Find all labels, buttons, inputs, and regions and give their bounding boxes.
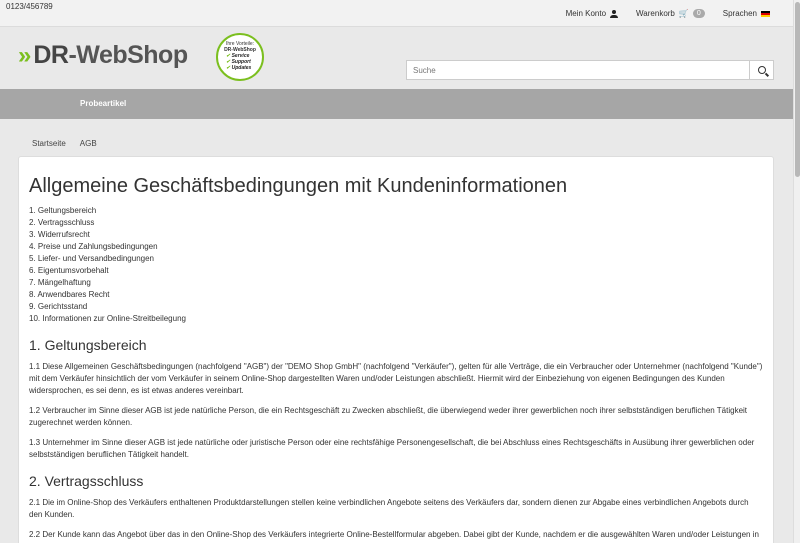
german-flag-icon [761,10,770,17]
search-icon [757,66,766,74]
toc-item: 7. Mängelhaftung [29,278,91,287]
seal-item: ✔ Updates [226,65,252,71]
breadcrumb: Startseite AGB [32,139,97,148]
toc-item: 9. Gerichtsstand [29,302,88,311]
user-icon [610,9,619,18]
toc-item: 4. Preise und Zahlungsbedingungen [29,242,158,251]
paragraph: 1.3 Unternehmer im Sinne dieser AGB ist … [29,438,755,459]
cart-label: Warenkorb [636,9,675,18]
toc-item: 10. Informationen zur Online-Streitbeile… [29,314,186,323]
paragraph: 2.2 Der Kunde kann das Angebot über das … [29,530,759,543]
top-bar: 0123/456789 Mein Konto Warenkorb 🛒 0 Spr… [0,0,800,27]
advantages-seal: Ihre Vorteile: DR-WebShop ✔ Service ✔ Su… [216,33,264,81]
phone-number: 0123/456789 [6,2,53,11]
search-input[interactable] [407,61,749,79]
logo-rest: -WebShop [68,41,188,69]
breadcrumb-current[interactable]: AGB [80,139,97,148]
toc-item: 6. Eigentumsvorbehalt [29,266,109,275]
logo-text: DR-WebShop [33,41,188,70]
content-panel: Allgemeine Geschäftsbedingungen mit Kund… [18,156,774,543]
paragraph: 2.1 Die im Online-Shop des Verkäufers en… [29,498,749,519]
search-box [406,60,774,80]
header: » DR-WebShop [0,27,800,89]
language-label: Sprachen [722,9,757,18]
breadcrumb-home[interactable]: Startseite [32,139,66,148]
paragraph: 1.1 Diese Allgemeinen Geschäftsbedingung… [29,362,763,395]
top-bar-links: Mein Konto Warenkorb 🛒 0 Sprachen [566,9,770,18]
logo-dr: DR [33,41,69,69]
toc-item: 1. Geltungsbereich [29,206,97,215]
toc-item: 2. Vertragsschluss [29,218,95,227]
page-scrollbar[interactable] [793,0,800,543]
paragraph: 1.2 Verbraucher im Sinne dieser AGB ist … [29,406,748,427]
shop-logo[interactable]: » DR-WebShop [18,41,188,70]
language-selector[interactable]: Sprachen [723,9,770,18]
main-nav: Probeartikel [0,89,793,119]
cart-icon: 🛒 [678,9,689,18]
search-button[interactable] [749,61,773,79]
toc-item: 8. Anwendbares Recht [29,290,110,299]
section-heading: 1. Geltungsbereich [29,337,147,353]
toc-item: 5. Liefer- und Versandbedingungen [29,254,154,263]
nav-item-probeartikel[interactable]: Probeartikel [80,99,126,108]
table-of-contents: 1. Geltungsbereich 2. Vertragsschluss 3.… [29,205,763,325]
account-label: Mein Konto [565,9,607,18]
logo-chevron-icon: » [18,41,32,69]
section-heading: 2. Vertragsschluss [29,473,144,489]
scrollbar-thumb[interactable] [795,2,800,177]
page-title: Allgemeine Geschäftsbedingungen mit Kund… [29,175,568,197]
cart-link[interactable]: Warenkorb 🛒 0 [636,9,705,18]
toc-item: 3. Widerrufsrecht [29,230,90,239]
account-link[interactable]: Mein Konto [565,9,619,18]
cart-count-badge: 0 [692,9,705,18]
